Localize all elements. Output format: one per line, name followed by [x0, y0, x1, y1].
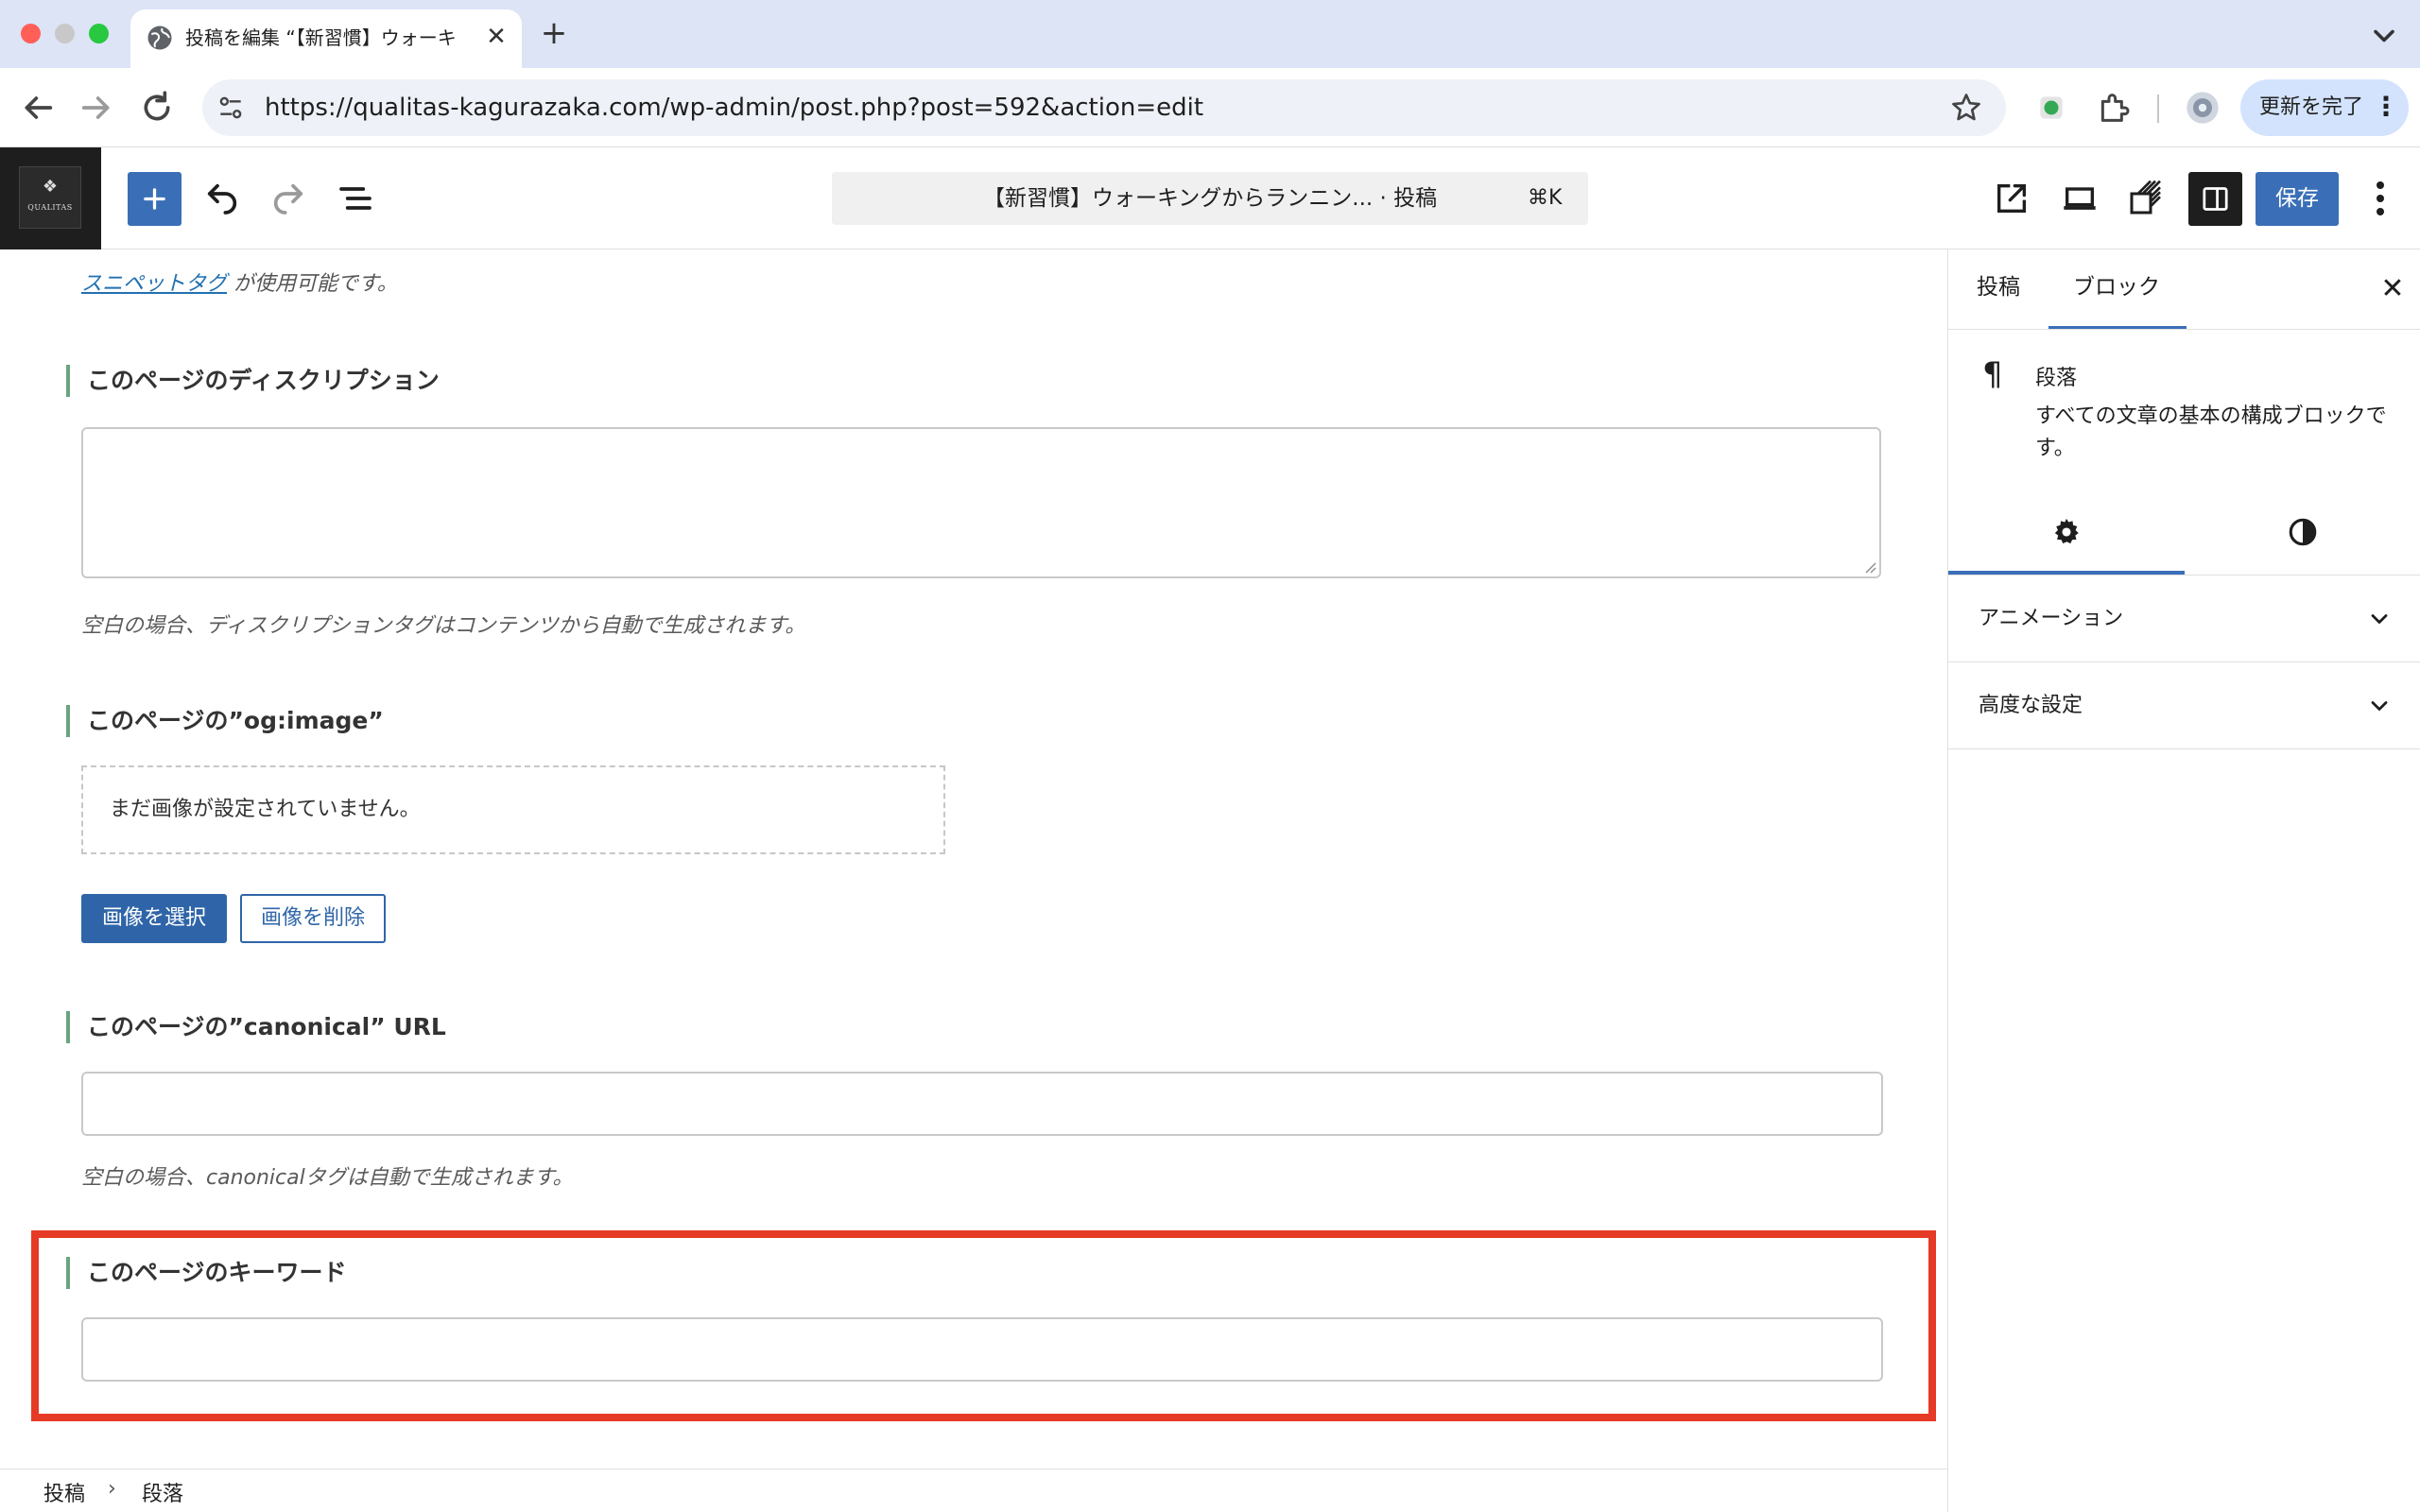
- browser-menu-icon[interactable]: ⋮: [2373, 79, 2399, 134]
- close-window-button[interactable]: [21, 24, 41, 43]
- url-text[interactable]: https://qualitas-kagurazaka.com/wp-admin…: [265, 79, 1203, 136]
- command-shortcut: ⌘K: [1528, 186, 1563, 210]
- chevron-down-icon: [2371, 614, 2388, 624]
- plus-icon: [144, 188, 165, 210]
- document-title: 【新習慣】ウォーキングからランニン... · 投稿: [983, 186, 1438, 211]
- close-sidebar-icon[interactable]: ✕: [2376, 272, 2410, 306]
- settings-sidebar-toggle[interactable]: [2188, 172, 2242, 226]
- sidebar-divider: [1948, 329, 2420, 330]
- forward-arrow-icon[interactable]: [78, 89, 115, 127]
- tab-block-settings[interactable]: [1948, 497, 2185, 576]
- editor-header: ❖ QUALITAS 【新習慣】ウォーキングからランニン... · 投稿 ⌘K: [0, 147, 2420, 249]
- contrast-icon: [2289, 518, 2317, 546]
- block-inserter-button[interactable]: [128, 172, 182, 226]
- browser-tab-bar: 投稿を編集 “【新習慣】ウォーキ ✕ +: [0, 0, 2420, 68]
- description-title: このページのディスクリプション: [66, 365, 440, 397]
- maximize-window-button[interactable]: [89, 24, 109, 43]
- bookmark-star-icon[interactable]: [1949, 91, 1983, 125]
- redo-icon[interactable]: [269, 180, 307, 217]
- profile-avatar-icon[interactable]: [2184, 89, 2221, 127]
- tab-title: 投稿を編集 “【新習慣】ウォーキ: [185, 26, 457, 49]
- address-bar[interactable]: https://qualitas-kagurazaka.com/wp-admin…: [202, 79, 2006, 136]
- panel-advanced-title: 高度な設定: [1979, 694, 2083, 717]
- settings-sidebar: 投稿 ブロック ✕ ¶ 段落 すべての文章の基本の構成ブロックです。 アニメーシ…: [1947, 249, 2420, 1512]
- logo-frame: ❖ QUALITAS: [19, 166, 81, 229]
- view-post-external-icon[interactable]: [1993, 180, 2031, 217]
- logo-mark: ❖: [42, 177, 59, 197]
- chevron-down-icon: [2371, 701, 2388, 711]
- save-button[interactable]: 保存: [2256, 172, 2339, 226]
- extensions-puzzle-icon[interactable]: [2095, 89, 2133, 127]
- back-arrow-icon[interactable]: [19, 89, 57, 127]
- block-card-description: すべての文章の基本の構成ブロックです。: [2035, 404, 2387, 460]
- keyword-highlight-box: [31, 1230, 1936, 1421]
- snippet-note: スニペットタグ が使用可能です。: [81, 266, 398, 297]
- block-card-title: 段落: [2035, 367, 2078, 390]
- og-image-title: このページの”og:image”: [66, 705, 384, 737]
- snippet-tag-link[interactable]: スニペットタグ: [81, 272, 227, 296]
- panel-animation-title: アニメーション: [1979, 607, 2124, 630]
- breadcrumb-separator-icon: ›: [108, 1477, 116, 1501]
- resize-handle-icon[interactable]: [1862, 559, 1877, 575]
- og-image-empty-text: まだ画像が設定されていません。: [110, 798, 421, 821]
- snippet-note-text: が使用可能です。: [227, 272, 398, 296]
- reload-icon[interactable]: [138, 89, 176, 127]
- remove-image-button[interactable]: 画像を削除: [240, 894, 386, 943]
- undo-icon[interactable]: [203, 180, 241, 217]
- close-tab-icon[interactable]: ✕: [482, 23, 510, 51]
- globe-icon: [147, 26, 172, 50]
- block-breadcrumb: 投稿 › 段落: [0, 1469, 1947, 1512]
- logo-wordmark: QUALITAS: [27, 203, 73, 212]
- chevron-down-icon[interactable]: [2367, 19, 2401, 53]
- site-settings-icon[interactable]: [216, 93, 246, 123]
- tab-block-styles[interactable]: [2185, 497, 2420, 576]
- style-book-icon[interactable]: [2127, 180, 2165, 217]
- device-preview-icon[interactable]: [2061, 180, 2099, 217]
- minimize-window-button[interactable]: [55, 24, 75, 43]
- breadcrumb-post[interactable]: 投稿: [43, 1477, 85, 1507]
- description-textarea[interactable]: [81, 427, 1881, 578]
- tab-post[interactable]: 投稿: [1977, 249, 2020, 329]
- more-options-icon[interactable]: [2363, 176, 2397, 221]
- browser-toolbar: https://qualitas-kagurazaka.com/wp-admin…: [0, 68, 2420, 147]
- select-image-button[interactable]: 画像を選択: [81, 894, 227, 943]
- toolbar-divider: [2157, 94, 2159, 123]
- description-hint: 空白の場合、ディスクリプションタグはコンテンツから自動で生成されます。: [81, 614, 806, 638]
- browser-tab-active[interactable]: 投稿を編集 “【新習慣】ウォーキ ✕: [130, 9, 522, 68]
- sidebar-panel-icon: [2203, 187, 2228, 211]
- extension-green-icon[interactable]: [2032, 89, 2070, 127]
- og-image-preview: まだ画像が設定されていません。: [81, 765, 945, 854]
- canonical-title: このページの”canonical” URL: [66, 1011, 446, 1043]
- site-logo[interactable]: ❖ QUALITAS: [0, 147, 101, 249]
- canonical-url-input[interactable]: [81, 1072, 1883, 1136]
- document-overview-icon[interactable]: [337, 180, 374, 217]
- finish-update-button[interactable]: 更新を完了 ⋮: [2240, 79, 2409, 136]
- breadcrumb-paragraph[interactable]: 段落: [142, 1477, 183, 1507]
- gear-icon: [2054, 518, 2079, 544]
- new-tab-button[interactable]: +: [535, 15, 573, 53]
- editor-canvas: スニペットタグ が使用可能です。 このページのディスクリプション 空白の場合、デ…: [0, 249, 1947, 1469]
- tab-block[interactable]: ブロック: [2073, 249, 2160, 329]
- paragraph-icon: ¶: [1982, 355, 2003, 393]
- finish-update-label: 更新を完了: [2259, 95, 2364, 119]
- canonical-hint: 空白の場合、canonicalタグは自動で生成されます。: [81, 1166, 574, 1190]
- panel-advanced[interactable]: 高度な設定: [1948, 662, 2420, 749]
- panel-animation[interactable]: アニメーション: [1948, 576, 2420, 662]
- command-palette-bar[interactable]: 【新習慣】ウォーキングからランニン... · 投稿 ⌘K: [832, 172, 1588, 225]
